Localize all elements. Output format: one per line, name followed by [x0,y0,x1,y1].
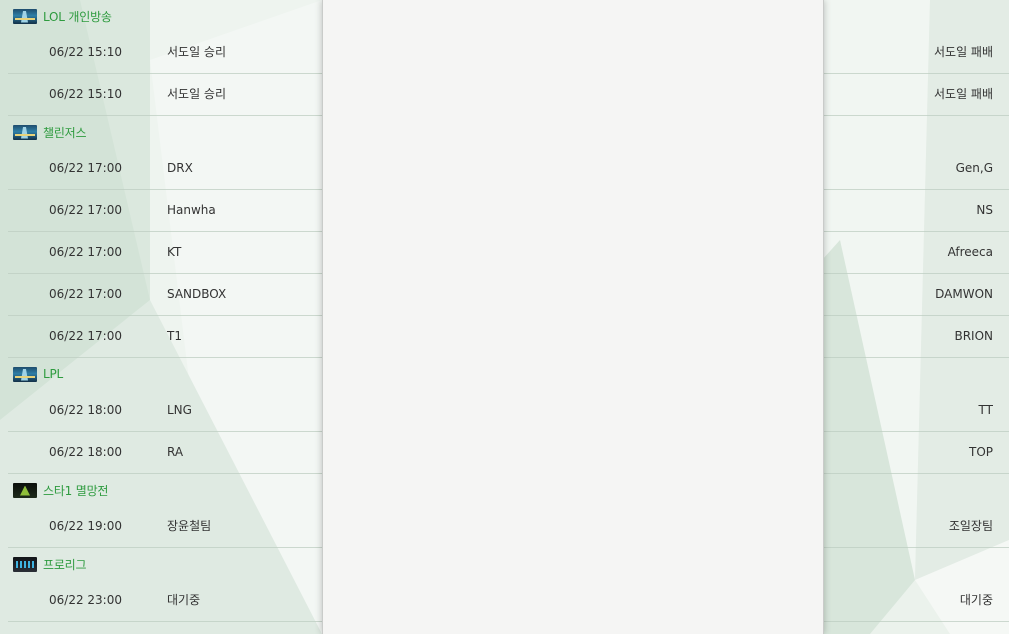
match-away-team: 서도일 패배 [933,45,993,59]
proleague-icon [13,556,37,572]
match-time: 06/22 18:00 [49,403,122,417]
match-time: 06/22 15:10 [49,87,122,101]
match-home-team: KT [167,245,182,259]
match-home-team: 서도일 승리 [167,87,227,101]
match-home-team: LNG [167,403,192,417]
match-time: 06/22 15:10 [49,45,122,59]
match-time: 06/22 17:00 [49,161,122,175]
match-time: 06/22 23:00 [49,593,122,607]
league-name: LOL 개인방송 [43,9,112,24]
lol-icon [13,124,37,140]
match-home-team: T1 [167,329,182,343]
league-name: 챌린저스 [43,125,87,140]
match-time: 06/22 18:00 [49,445,122,459]
match-away-team: DAMWON [935,287,993,301]
match-away-team: 서도일 패배 [933,87,993,101]
match-away-team: Gen,G [955,161,993,175]
match-home-team: Hanwha [167,203,216,217]
match-away-team: BRION [954,329,993,343]
match-time: 06/22 17:00 [49,329,122,343]
match-time: 06/22 17:00 [49,203,122,217]
match-home-team: 대기중 [167,593,201,607]
match-time: 06/22 19:00 [49,519,122,533]
match-home-team: 서도일 승리 [167,45,227,59]
match-away-team: 대기중 [959,593,993,607]
match-home-team: 장윤철팀 [167,519,212,533]
league-name: LPL [43,367,64,381]
starcraft-icon [13,482,37,498]
lol-icon [13,8,37,24]
match-away-team: NS [976,203,993,217]
league-name: 스타1 멸망전 [43,483,109,498]
match-time: 06/22 17:00 [49,287,122,301]
match-away-team: 조일장팀 [948,519,993,533]
blank-overlay-panel [322,0,824,634]
lol-icon [13,366,37,382]
match-away-team: TT [978,403,993,417]
match-home-team: RA [167,445,184,459]
match-home-team: DRX [167,161,193,175]
match-away-team: Afreeca [947,245,993,259]
match-time: 06/22 17:00 [49,245,122,259]
match-home-team: SANDBOX [167,287,227,301]
league-name: 프로리그 [43,557,87,572]
match-away-team: TOP [968,445,993,459]
